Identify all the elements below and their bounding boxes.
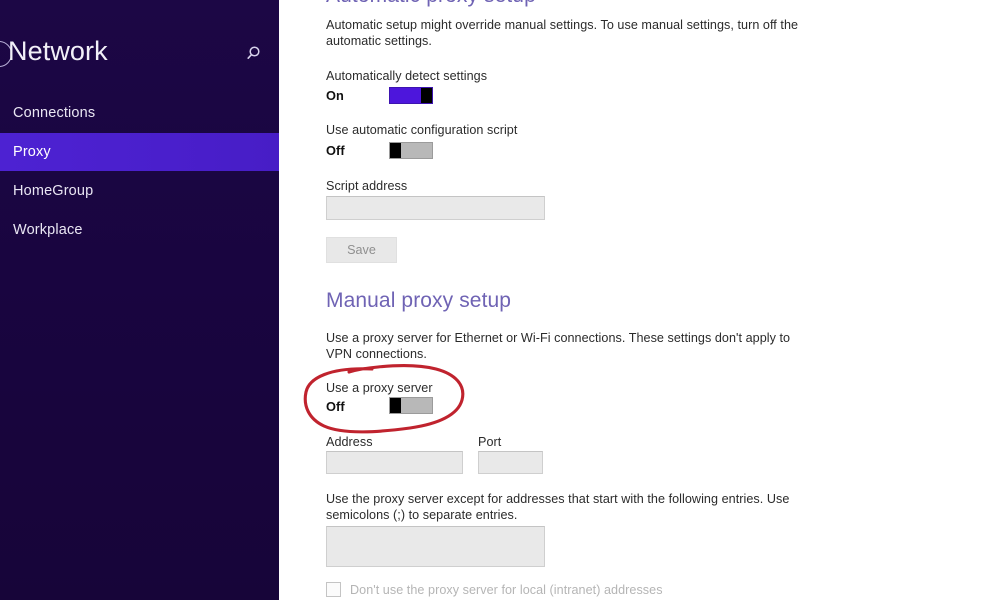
auto-config-script-state: Off [326,143,345,158]
settings-sidebar: Network Connections Proxy HomeGroup Work… [0,0,279,600]
sidebar-item-label: Connections [13,105,96,121]
automatic-setup-description: Automatic setup might override manual se… [326,18,799,48]
use-proxy-server-toggle[interactable] [389,397,433,414]
search-icon[interactable] [246,44,266,64]
sidebar-item-connections[interactable]: Connections [0,94,279,132]
toggle-thumb [390,143,401,158]
sidebar-item-homegroup[interactable]: HomeGroup [0,172,279,210]
local-addresses-row[interactable]: Don't use the proxy server for local (in… [326,582,663,597]
sidebar-item-proxy[interactable]: Proxy [0,133,279,171]
use-proxy-server-label: Use a proxy server [326,381,433,395]
address-label: Address [326,435,373,449]
toggle-thumb [421,88,432,103]
auto-config-script-toggle[interactable] [389,142,433,159]
save-button[interactable]: Save [326,237,397,263]
sidebar-item-label: Workplace [13,222,83,238]
sidebar-item-label: HomeGroup [13,183,94,199]
port-label: Port [478,435,502,449]
page-title: Network [8,36,108,66]
port-input[interactable] [478,451,543,474]
exceptions-description: Use the proxy server except for addresse… [326,492,790,522]
script-address-label: Script address [326,179,408,193]
auto-config-script-label: Use automatic configuration script [326,123,518,137]
auto-detect-settings-label: Automatically detect settings [326,69,488,83]
manual-proxy-setup-heading: Manual proxy setup [326,289,512,312]
proxy-settings-panel: Automatic proxy setup Automatic setup mi… [279,0,1000,600]
script-address-input[interactable] [326,196,545,220]
use-proxy-server-state: Off [326,399,345,414]
toggle-thumb [390,398,401,413]
address-input[interactable] [326,451,463,474]
sidebar-item-workplace[interactable]: Workplace [0,211,279,249]
automatic-proxy-setup-heading: Automatic proxy setup [326,0,536,8]
exceptions-input[interactable] [326,526,545,567]
auto-detect-settings-toggle[interactable] [389,87,433,104]
sidebar-item-label: Proxy [13,144,51,160]
local-addresses-label: Don't use the proxy server for local (in… [350,582,663,597]
auto-detect-settings-state: On [326,88,344,103]
manual-setup-description: Use a proxy server for Ethernet or Wi-Fi… [326,331,791,361]
local-addresses-checkbox[interactable] [326,582,341,597]
